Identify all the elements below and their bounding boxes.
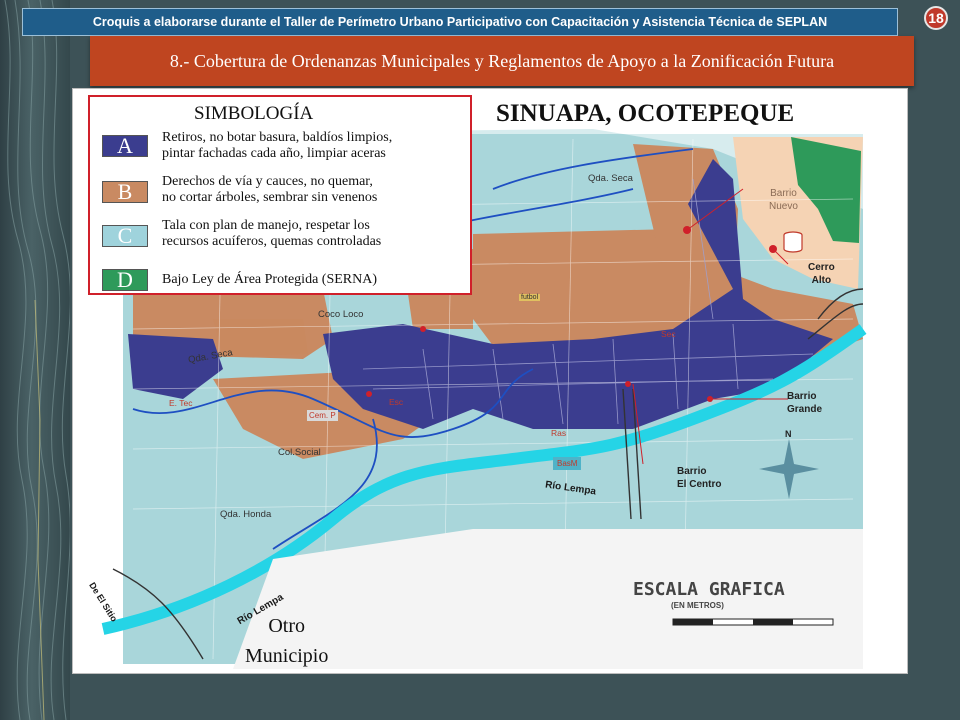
- page-number-badge: 18: [924, 6, 948, 30]
- legend-text-b-1: Derechos de vía y cauces, no quemar,: [162, 174, 373, 189]
- legend-text-c-2: recursos acuíferos, quemas controladas: [162, 234, 382, 249]
- label-escala-grafica: ESCALA GRAFICA: [633, 579, 785, 600]
- section-title-bar: 8.- Cobertura de Ordenanzas Municipales …: [90, 36, 914, 86]
- banner-text: Croquis a elaborarse durante el Taller d…: [92, 15, 828, 29]
- label-qda-honda: Qda. Honda: [220, 509, 272, 520]
- legend-text-a-1: Retiros, no botar basura, baldíos limpio…: [162, 130, 393, 145]
- label-e-tec: E. Tec: [169, 398, 193, 408]
- label-barrio-el-centro: Barrio El Centro: [677, 466, 722, 490]
- legend-swatch-c: C: [102, 223, 148, 248]
- north-label: N: [785, 429, 792, 439]
- section-title: 8.- Cobertura de Ordenanzas Municipales …: [169, 50, 835, 71]
- label-escala-sub: (EN METROS): [671, 601, 724, 610]
- legend-swatch-b: B: [102, 179, 148, 204]
- legend-box: SIMBOLOGÍA A Retiros, no botar basura, b…: [88, 95, 472, 295]
- topographic-side-strip: [0, 0, 70, 720]
- label-bas: BasM: [553, 457, 582, 470]
- label-coco-loco: Coco Loco: [318, 309, 364, 320]
- label-esc: Esc: [389, 397, 404, 407]
- scale-bar: [672, 618, 834, 626]
- legend-text-b-2: no cortar árboles, sembrar sin venenos: [162, 190, 378, 205]
- label-col-social: Col.Social: [278, 447, 321, 458]
- legend-text-a-2: pintar fachadas cada año, limpiar aceras: [162, 146, 386, 161]
- legend-text-d-1: Bajo Ley de Área Protegida (SERNA): [162, 272, 377, 287]
- label-cerro-alto: Cerro Alto: [808, 262, 835, 286]
- label-barrio-nuevo: Barrio Nuevo: [769, 188, 798, 212]
- label-sec: Sec: [661, 329, 676, 339]
- legend-swatch-d: D: [102, 267, 148, 292]
- label-qda-seca-top: Qda. Seca: [588, 173, 633, 184]
- label-cem: Cem. P: [307, 410, 338, 421]
- label-ras: Ras: [551, 428, 567, 438]
- water-tank-icon: [783, 231, 803, 253]
- legend-text-c-1: Tala con plan de manejo, respetar los: [162, 218, 370, 233]
- legend-swatch-a: A: [102, 133, 148, 158]
- topographic-lines: [4, 0, 70, 720]
- label-futbol: futbol: [519, 294, 541, 301]
- label-otro-municipio: Otro Municipio: [245, 615, 329, 667]
- map-title: SINUAPA, OCOTEPEQUE: [496, 100, 795, 127]
- top-banner: Croquis a elaborarse durante el Taller d…: [22, 8, 898, 36]
- legend-title: SIMBOLOGÍA: [194, 103, 314, 124]
- label-barrio-grande: Barrio Grande: [787, 391, 823, 415]
